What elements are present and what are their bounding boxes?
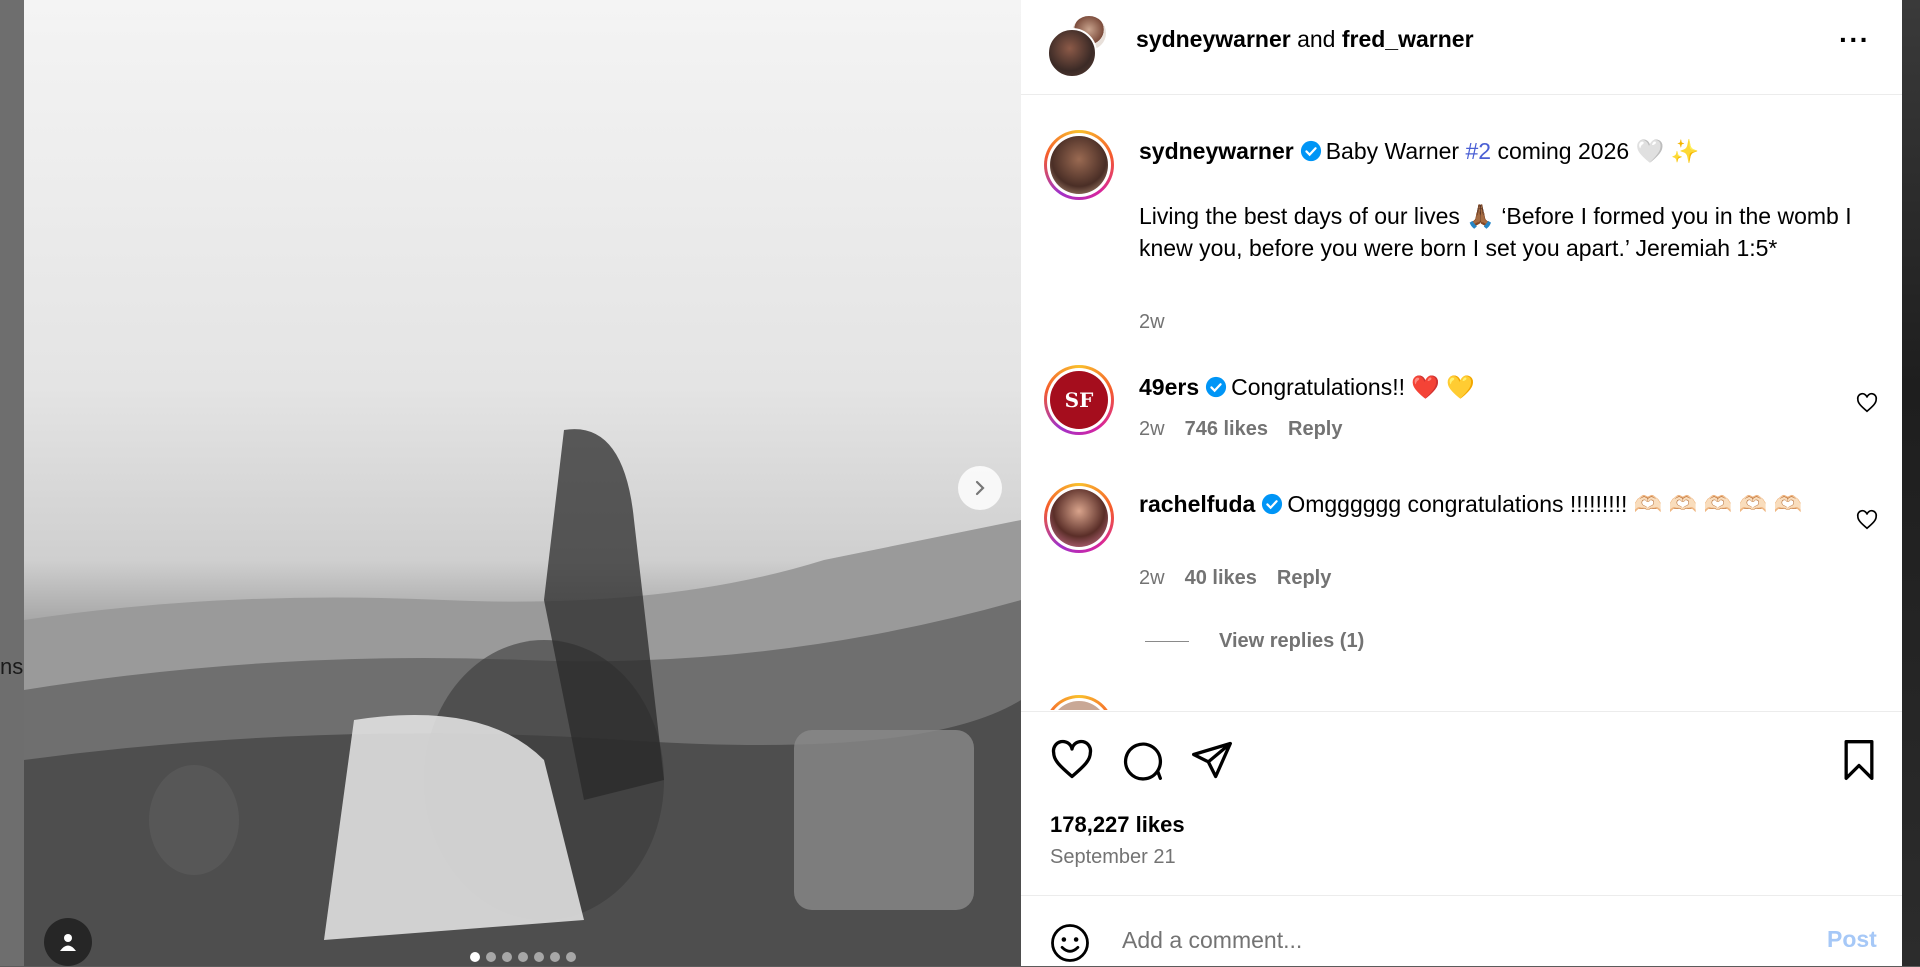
emoji-smiley-icon[interactable]: [1049, 922, 1091, 964]
comment-avatar[interactable]: SF: [1044, 365, 1114, 435]
comments-list[interactable]: sydneywarner Baby Warner #2 coming 2026 🤍…: [1021, 95, 1902, 710]
comment-meta: 2w 746 likes Reply: [1139, 418, 1362, 441]
comment-username[interactable]: 49ers: [1139, 374, 1199, 400]
comment-avatar[interactable]: [1044, 695, 1114, 710]
carousel-dot[interactable]: [485, 952, 496, 962]
share-send-icon[interactable]: [1190, 738, 1234, 782]
carousel-dot[interactable]: [469, 952, 480, 962]
comment-text: Omgggggg congratulations !!!!!!!!! 🫶🏻 🫶🏻…: [1287, 491, 1803, 517]
carousel-dot[interactable]: [517, 952, 528, 962]
author-link[interactable]: sydneywarner: [1136, 26, 1291, 52]
post-likes-count[interactable]: 178,227 likes: [1050, 812, 1185, 838]
carousel-dots: [24, 952, 1021, 962]
add-comment-bar: Post: [1021, 895, 1902, 967]
comment-avatar[interactable]: [1044, 483, 1114, 553]
verified-badge-icon: [1206, 376, 1227, 398]
post-comment-button[interactable]: Post: [1827, 926, 1877, 953]
like-comment-heart-icon[interactable]: [1856, 509, 1878, 531]
more-options-button[interactable]: ···: [1839, 26, 1870, 54]
post-actions: 178,227 likes September 21: [1021, 711, 1902, 896]
carousel-dot[interactable]: [565, 952, 576, 962]
author-avatars[interactable]: [1047, 14, 1109, 78]
caption-line: sydneywarner Baby Warner #2 coming 2026 🤍…: [1139, 135, 1879, 167]
carousel-dot[interactable]: [533, 952, 544, 962]
photo-scene: [24, 429, 1021, 966]
save-bookmark-icon[interactable]: [1837, 738, 1881, 782]
backdrop-right: [1902, 0, 1920, 966]
carousel-dot[interactable]: [501, 952, 512, 962]
comment-text: Congratulations!! ❤️ 💛: [1231, 374, 1476, 400]
verified-badge-icon: [1300, 140, 1321, 162]
comment-username[interactable]: rachelfuda: [1139, 491, 1255, 517]
divider: [1145, 641, 1189, 642]
reply-button[interactable]: Reply: [1288, 418, 1342, 440]
comment-input[interactable]: [1120, 926, 1764, 955]
user-icon: [60, 934, 76, 951]
comment-time[interactable]: 2w: [1139, 567, 1165, 589]
carousel-dot[interactable]: [549, 952, 560, 962]
comment-line: rachelfuda Omgggggg congratulations !!!!!…: [1139, 488, 1839, 520]
backdrop-text: ns: [0, 654, 24, 679]
next-photo-button[interactable]: [958, 466, 1002, 510]
caption-text-post: coming 2026 🤍 ✨: [1491, 138, 1700, 164]
author-link[interactable]: fred_warner: [1342, 26, 1474, 52]
caption-text-pre: Baby Warner: [1325, 138, 1466, 164]
post-authors: sydneywarner and fred_warner: [1136, 26, 1474, 53]
caption-time[interactable]: 2w: [1139, 311, 1165, 333]
post-photo[interactable]: [24, 0, 1021, 966]
like-heart-icon[interactable]: [1050, 738, 1094, 782]
post-date[interactable]: September 21: [1050, 846, 1176, 869]
view-replies-label: View replies (1): [1219, 630, 1365, 652]
comment-time[interactable]: 2w: [1139, 418, 1165, 440]
post-panel: sydneywarner and fred_warner ··· sydneyw…: [1021, 0, 1902, 966]
caption-username[interactable]: sydneywarner: [1139, 138, 1294, 164]
like-comment-heart-icon[interactable]: [1856, 392, 1878, 414]
backdrop-left: [0, 0, 24, 966]
avatar: [1047, 28, 1097, 78]
comment-likes[interactable]: 40 likes: [1185, 567, 1257, 589]
comment-bubble-icon[interactable]: [1120, 738, 1164, 782]
view-replies-button[interactable]: View replies (1): [1145, 630, 1364, 653]
comment-likes[interactable]: 746 likes: [1185, 418, 1268, 440]
post-header: sydneywarner and fred_warner ···: [1021, 0, 1902, 95]
author-joiner: and: [1297, 26, 1336, 52]
hashtag-link[interactable]: #2: [1465, 138, 1491, 164]
chevron-right-icon: [975, 480, 985, 496]
comment-line: 49ers Congratulations!! ❤️ 💛: [1139, 371, 1839, 403]
comment-meta: 2w 40 likes Reply: [1139, 567, 1351, 590]
verified-badge-icon: [1262, 493, 1283, 515]
caption-body: Living the best days of our lives 🙏🏾 ‘Be…: [1139, 203, 1852, 261]
caption-meta: 2w: [1139, 311, 1185, 334]
team-logo-text: SF: [1064, 388, 1094, 412]
reply-button[interactable]: Reply: [1277, 567, 1331, 589]
caption-avatar[interactable]: [1044, 130, 1114, 200]
